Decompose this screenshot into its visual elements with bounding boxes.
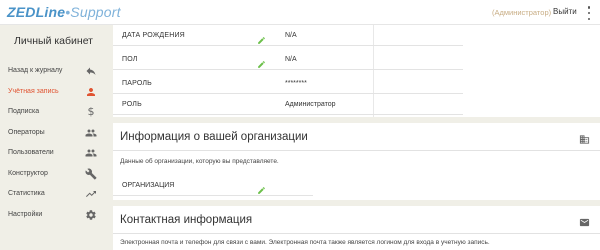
user-role-label: (Администратор) <box>492 8 552 17</box>
sidebar-item-label: Подписка <box>8 108 40 115</box>
contact-title: Контактная информация <box>120 214 253 226</box>
sidebar-title: Личный кабинет <box>14 35 93 47</box>
group-icon <box>84 147 98 159</box>
sidebar-nav: Назад к журналу Учётная запись Подписка … <box>0 61 107 225</box>
field-value: ******** <box>285 80 307 87</box>
sidebar-item-subscription[interactable]: Подписка $ <box>0 102 107 123</box>
field-label: РОЛЬ <box>122 101 142 108</box>
back-arrow-icon <box>84 65 98 77</box>
dollar-icon: $ <box>84 106 98 118</box>
sidebar-item-operators[interactable]: Операторы <box>0 123 107 144</box>
edit-pencil-icon[interactable] <box>257 32 266 44</box>
contact-card: Контактная информация Электронная почта … <box>113 206 600 250</box>
organization-title: Информация о вашей организации <box>120 131 308 143</box>
field-value: Администратор <box>285 101 336 108</box>
wrench-icon <box>84 168 98 180</box>
field-password: ПАРОЛЬ ******** <box>113 76 463 94</box>
field-gender: ПОЛ N/A <box>113 52 463 70</box>
top-bar: ZEDLine•Support (Администратор) Выйти <box>0 0 600 25</box>
sidebar-item-label: Назад к журналу <box>8 67 63 74</box>
sidebar-item-settings[interactable]: Настройки <box>0 205 107 226</box>
brand-name: ZEDLine <box>7 4 66 20</box>
organization-description: Данные об организации, которую вы предст… <box>120 158 279 165</box>
logout-link[interactable]: Выйти <box>553 7 577 16</box>
mail-icon <box>579 215 590 227</box>
group-icon <box>84 127 98 139</box>
field-birth-date: ДАТА РОЖДЕНИЯ N/A <box>113 28 463 46</box>
edit-pencil-icon[interactable] <box>257 182 266 194</box>
field-role: РОЛЬ Администратор <box>113 97 463 115</box>
card-divider <box>113 150 600 151</box>
sidebar-item-label: Пользователи <box>8 149 54 156</box>
field-label: ПОЛ <box>122 56 138 63</box>
trending-up-icon <box>84 188 98 200</box>
edit-pencil-icon[interactable] <box>257 56 266 68</box>
dollar-glyph: $ <box>87 105 95 118</box>
field-organization: ОРГАНИЗАЦИЯ <box>113 177 313 196</box>
building-icon <box>579 132 590 144</box>
field-label: ДАТА РОЖДЕНИЯ <box>122 32 185 39</box>
sidebar-item-label: Операторы <box>8 128 45 136</box>
person-icon <box>84 86 98 98</box>
card-divider <box>113 233 600 234</box>
sidebar-item-label: Настройки <box>8 210 43 218</box>
brand-suffix: Support <box>70 4 121 20</box>
sidebar: Личный кабинет Назад к журналу Учётная з… <box>0 25 107 250</box>
sidebar-item-statistics[interactable]: Статистика <box>0 184 107 205</box>
field-value: N/A <box>285 32 297 39</box>
field-label: ПАРОЛЬ <box>122 80 152 87</box>
sidebar-item-label: Статистика <box>8 190 45 197</box>
field-value: N/A <box>285 56 297 63</box>
field-label: ОРГАНИЗАЦИЯ <box>122 182 175 189</box>
brand-logo[interactable]: ZEDLine•Support <box>7 4 121 20</box>
sidebar-item-constructor[interactable]: Конструктор <box>0 164 107 185</box>
sidebar-item-label: Конструктор <box>8 169 48 177</box>
sidebar-item-users[interactable]: Пользователи <box>0 143 107 164</box>
sidebar-item-account[interactable]: Учётная запись <box>0 82 107 103</box>
sidebar-item-back-to-journal[interactable]: Назад к журналу <box>0 61 107 82</box>
gear-icon <box>84 209 98 221</box>
organization-card: Информация о вашей организации Данные об… <box>113 123 600 200</box>
sidebar-item-label: Учётная запись <box>8 87 59 95</box>
account-details-card: ДАТА РОЖДЕНИЯ N/A ПОЛ N/A ПАРОЛЬ *******… <box>113 25 600 117</box>
more-vert-icon[interactable] <box>584 6 594 20</box>
contact-description: Электронная почта и телефон для связи с … <box>120 239 490 246</box>
